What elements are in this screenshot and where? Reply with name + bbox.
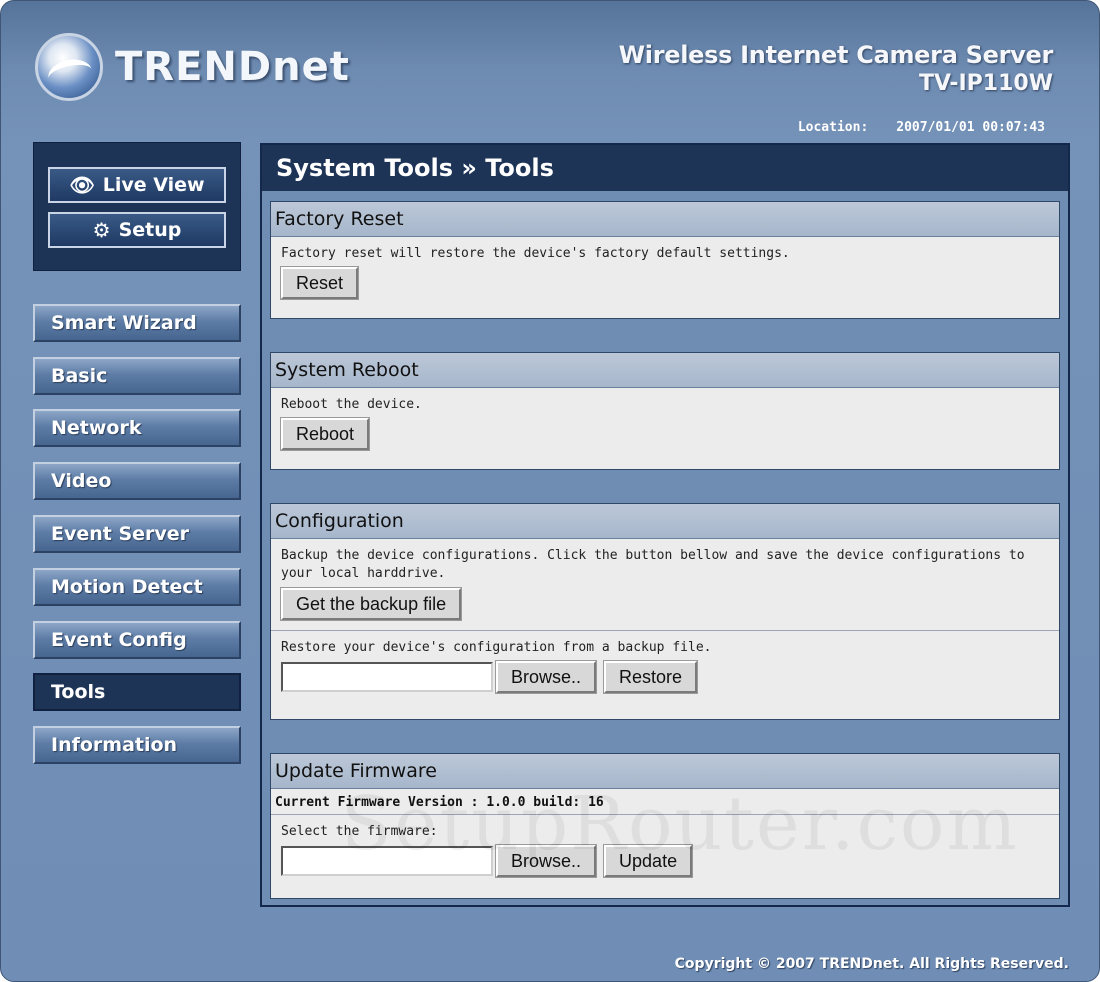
live-view-label: Live View [102,174,205,196]
view-mode-panel: 👁 Live View ⚙ Setup [33,142,241,271]
system-reboot-heading: System Reboot [271,353,1059,388]
sidebar-item-information[interactable]: Information [33,726,241,764]
factory-reset-description: Factory reset will restore the device's … [281,246,790,261]
reset-button[interactable]: Reset [279,266,360,300]
update-button[interactable]: Update [603,844,694,878]
update-firmware-heading: Update Firmware [271,754,1059,789]
current-firmware-version: Current Firmware Version : 1.0.0 build: … [271,789,1059,815]
sidebar-item-network[interactable]: Network [33,409,241,447]
sidebar-item-event-config[interactable]: Event Config [33,621,241,659]
brand-logo: TRENDnet [35,31,350,103]
footer-copyright: Copyright © 2007 TRENDnet. All Rights Re… [674,956,1069,972]
reboot-button[interactable]: Reboot [279,417,371,451]
sidebar-item-basic[interactable]: Basic [33,357,241,395]
system-reboot-section: System Reboot Reboot the device. Reboot [270,352,1060,470]
sidebar-item-motion-detect[interactable]: Motion Detect [33,568,241,606]
app-window: TRENDnet Wireless Internet Camera Server… [0,0,1100,982]
factory-reset-heading: Factory Reset [271,202,1059,237]
sidebar-item-event-server[interactable]: Event Server [33,515,241,553]
sidebar-item-tools[interactable]: Tools [33,673,241,711]
restore-file-input[interactable] [281,662,493,692]
setup-button[interactable]: ⚙ Setup [48,212,226,248]
page-title: System Tools » Tools [262,145,1068,191]
gears-icon: ⚙ [92,218,111,242]
restore-description: Restore your device's configuration from… [281,640,712,655]
select-firmware-label: Select the firmware: [281,824,438,839]
brand-name: TRENDnet [115,44,350,90]
system-reboot-description: Reboot the device. [281,397,422,412]
location-label: Location: [797,120,869,135]
factory-reset-section: Factory Reset Factory reset will restore… [270,201,1060,319]
setup-label: Setup [118,219,182,241]
configuration-section: Configuration Backup the device configur… [270,503,1060,720]
product-title: Wireless Internet Camera Server [618,41,1054,69]
firmware-file-input[interactable] [281,846,493,876]
location-bar: Location: 2007/01/01 00:07:43 [798,120,1045,135]
sidebar-item-smart-wizard[interactable]: Smart Wizard [33,304,241,342]
restore-button[interactable]: Restore [603,660,699,694]
get-backup-file-button[interactable]: Get the backup file [279,587,463,621]
sidebar-item-video[interactable]: Video [33,462,241,500]
update-firmware-section: Update Firmware Current Firmware Version… [270,753,1060,899]
live-view-button[interactable]: 👁 Live View [48,167,226,203]
product-header: Wireless Internet Camera Server TV-IP110… [618,41,1054,96]
trendnet-logo-icon [35,33,103,101]
eye-icon: 👁 [69,173,95,197]
backup-description: Backup the device configurations. Click … [281,548,1025,581]
configuration-heading: Configuration [271,504,1059,539]
product-model: TV-IP110W [918,71,1053,96]
location-datetime: 2007/01/01 00:07:43 [896,120,1045,135]
main-panel: System Tools » Tools Factory Reset Facto… [260,143,1070,907]
firmware-browse-button[interactable]: Browse.. [494,844,598,878]
restore-browse-button[interactable]: Browse.. [494,660,598,694]
